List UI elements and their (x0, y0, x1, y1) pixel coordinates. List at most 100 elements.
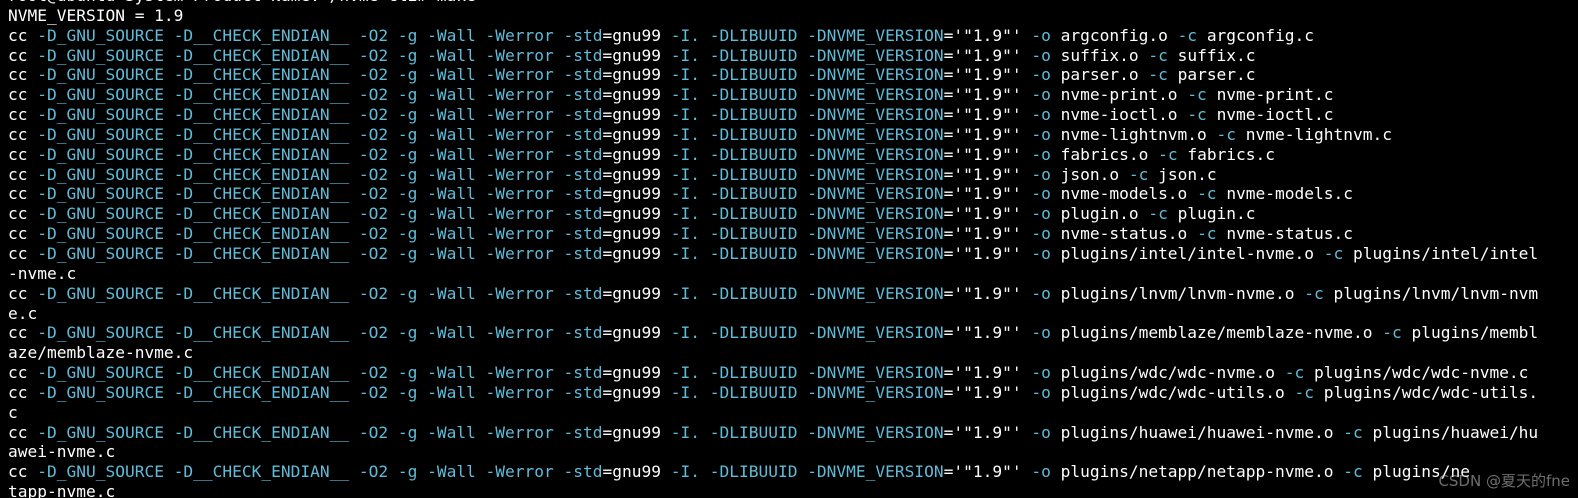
compiler-flag: -D_GNU_SOURCE -D__CHECK_ENDIAN__ -O2 -g … (37, 382, 603, 402)
compiler-flag: -I. -DLIBUUID -DNVME_VERSION (670, 85, 944, 105)
terminal-text: plugins/netapp/netapp-nvme.o (1060, 462, 1344, 482)
terminal-text: cc (8, 144, 38, 164)
compiler-flag: -I. -DLIBUUID -DNVME_VERSION (670, 363, 944, 383)
terminal-text: ='"1.9"' (943, 382, 1032, 402)
terminal-text: cc (8, 184, 38, 204)
terminal-text: argconfig.o (1060, 25, 1178, 45)
terminal-text: parser.c (1177, 65, 1256, 85)
compiler-flag: -o (1031, 283, 1061, 303)
compiler-flag: -c (1216, 124, 1246, 144)
compiler-flag: -o (1031, 65, 1061, 85)
terminal-text: ='"1.9"' (943, 105, 1032, 125)
terminal-text: cc (8, 164, 38, 184)
terminal-text: =gnu99 (602, 323, 671, 343)
compiler-flag: -c (1197, 224, 1227, 244)
compiler-flag: -c (1294, 382, 1324, 402)
terminal-line: cc -D_GNU_SOURCE -D__CHECK_ENDIAN__ -O2 … (8, 65, 1538, 85)
terminal-text: json.o (1060, 164, 1129, 184)
compiler-flag: -I. -DLIBUUID -DNVME_VERSION (670, 462, 944, 482)
terminal-text: plugins/memblaze/memblaze-nvme.o (1060, 323, 1383, 343)
terminal-text: nvme-ioctl.c (1216, 105, 1334, 125)
terminal-text: =gnu99 (602, 184, 671, 204)
terminal-text: cc (8, 25, 38, 45)
terminal-text: =gnu99 (602, 224, 671, 244)
compiler-flag: -I. -DLIBUUID -DNVME_VERSION (670, 382, 944, 402)
terminal-text: plugins/wdc/wdc-nvme.c (1314, 363, 1529, 383)
terminal-text: -nvme.c (8, 263, 77, 283)
terminal-text: plugins/huawei/hu (1372, 422, 1539, 442)
compiler-flag: -D_GNU_SOURCE -D__CHECK_ENDIAN__ -O2 -g … (37, 323, 603, 343)
terminal-line: cc -D_GNU_SOURCE -D__CHECK_ENDIAN__ -O2 … (8, 244, 1538, 264)
compiler-flag: -o (1031, 382, 1061, 402)
terminal-text: =gnu99 (602, 363, 671, 383)
terminal-text: aze/memblaze-nvme.c (8, 343, 194, 363)
terminal-text: plugins/lnvm/lnvm-nvm (1333, 283, 1539, 303)
terminal-text: nvme-lightnvm.c (1245, 124, 1392, 144)
terminal-line: cc -D_GNU_SOURCE -D__CHECK_ENDIAN__ -O2 … (8, 105, 1538, 125)
terminal-text: =gnu99 (602, 124, 671, 144)
compiler-flag: -D_GNU_SOURCE -D__CHECK_ENDIAN__ -O2 -g … (37, 65, 603, 85)
compiler-flag: -c (1148, 65, 1178, 85)
terminal-line: tapp-nvme.c (8, 482, 1538, 498)
compiler-flag: -I. -DLIBUUID -DNVME_VERSION (670, 283, 944, 303)
compiler-flag: -o (1031, 462, 1061, 482)
terminal-text: ='"1.9"' (943, 283, 1032, 303)
terminal-text: ='"1.9"' (943, 363, 1032, 383)
compiler-flag: -o (1031, 204, 1061, 224)
terminal-text: cc (8, 462, 38, 482)
compiler-flag: -D_GNU_SOURCE -D__CHECK_ENDIAN__ -O2 -g … (37, 45, 603, 65)
terminal-text: ='"1.9"' (943, 323, 1032, 343)
terminal-text: cc (8, 45, 38, 65)
terminal-line: aze/memblaze-nvme.c (8, 343, 1538, 363)
terminal-text: cc (8, 124, 38, 144)
terminal-line: c (8, 403, 1538, 423)
terminal-text: ='"1.9"' (943, 124, 1032, 144)
terminal-text: =gnu99 (602, 65, 671, 85)
terminal-text: NVME_VERSION = 1.9 (8, 5, 184, 25)
compiler-flag: -o (1031, 184, 1061, 204)
compiler-flag: -c (1343, 462, 1373, 482)
compiler-flag: -I. -DLIBUUID -DNVME_VERSION (670, 224, 944, 244)
terminal-line: -nvme.c (8, 264, 1538, 284)
terminal-line: NVME_VERSION = 1.9 (8, 6, 1538, 26)
terminal-text: ='"1.9"' (943, 243, 1032, 263)
terminal-text: cc (8, 105, 38, 125)
terminal-line: cc -D_GNU_SOURCE -D__CHECK_ENDIAN__ -O2 … (8, 423, 1538, 443)
compiler-flag: -I. -DLIBUUID -DNVME_VERSION (670, 124, 944, 144)
terminal-text: cc (8, 85, 38, 105)
compiler-flag: -D_GNU_SOURCE -D__CHECK_ENDIAN__ -O2 -g … (37, 184, 603, 204)
terminal-text: ='"1.9"' (943, 164, 1032, 184)
compiler-flag: -o (1031, 124, 1061, 144)
terminal-text: ='"1.9"' (943, 184, 1032, 204)
terminal-line: cc -D_GNU_SOURCE -D__CHECK_ENDIAN__ -O2 … (8, 125, 1538, 145)
terminal-line: cc -D_GNU_SOURCE -D__CHECK_ENDIAN__ -O2 … (8, 383, 1538, 403)
terminal-text: =gnu99 (602, 422, 671, 442)
compiler-flag: -o (1031, 45, 1061, 65)
compiler-flag: -I. -DLIBUUID -DNVME_VERSION (670, 243, 944, 263)
terminal-text: plugin.o (1060, 204, 1149, 224)
terminal-window[interactable]: root@ubuntu-System-Product-Name:~/nvme-c… (0, 0, 1578, 498)
terminal-text: =gnu99 (602, 462, 671, 482)
terminal-text: =gnu99 (602, 164, 671, 184)
terminal-text: e.c (8, 303, 38, 323)
compiler-flag: -I. -DLIBUUID -DNVME_VERSION (670, 323, 944, 343)
terminal-text: suffix.o (1060, 45, 1149, 65)
compiler-flag: -o (1031, 323, 1061, 343)
terminal-text: ='"1.9"' (943, 144, 1032, 164)
terminal-text: fabrics.o (1060, 144, 1159, 164)
terminal-output: root@ubuntu-System-Product-Name:~/nvme-c… (8, 0, 1538, 498)
terminal-text: ='"1.9"' (943, 224, 1032, 244)
compiler-flag: -D_GNU_SOURCE -D__CHECK_ENDIAN__ -O2 -g … (37, 25, 603, 45)
terminal-text: =gnu99 (602, 85, 671, 105)
terminal-line: cc -D_GNU_SOURCE -D__CHECK_ENDIAN__ -O2 … (8, 323, 1538, 343)
terminal-text: nvme-lightnvm.o (1060, 124, 1217, 144)
terminal-text: plugins/wdc/wdc-utils.o (1060, 382, 1295, 402)
compiler-flag: -c (1187, 85, 1217, 105)
compiler-flag: -I. -DLIBUUID -DNVME_VERSION (670, 164, 944, 184)
compiler-flag: -o (1031, 224, 1061, 244)
terminal-text: plugins/intel/intel-nvme.o (1060, 243, 1324, 263)
terminal-text: awei-nvme.c (8, 442, 116, 462)
compiler-flag: -D_GNU_SOURCE -D__CHECK_ENDIAN__ -O2 -g … (37, 105, 603, 125)
terminal-line: cc -D_GNU_SOURCE -D__CHECK_ENDIAN__ -O2 … (8, 145, 1538, 165)
terminal-text: cc (8, 243, 38, 263)
